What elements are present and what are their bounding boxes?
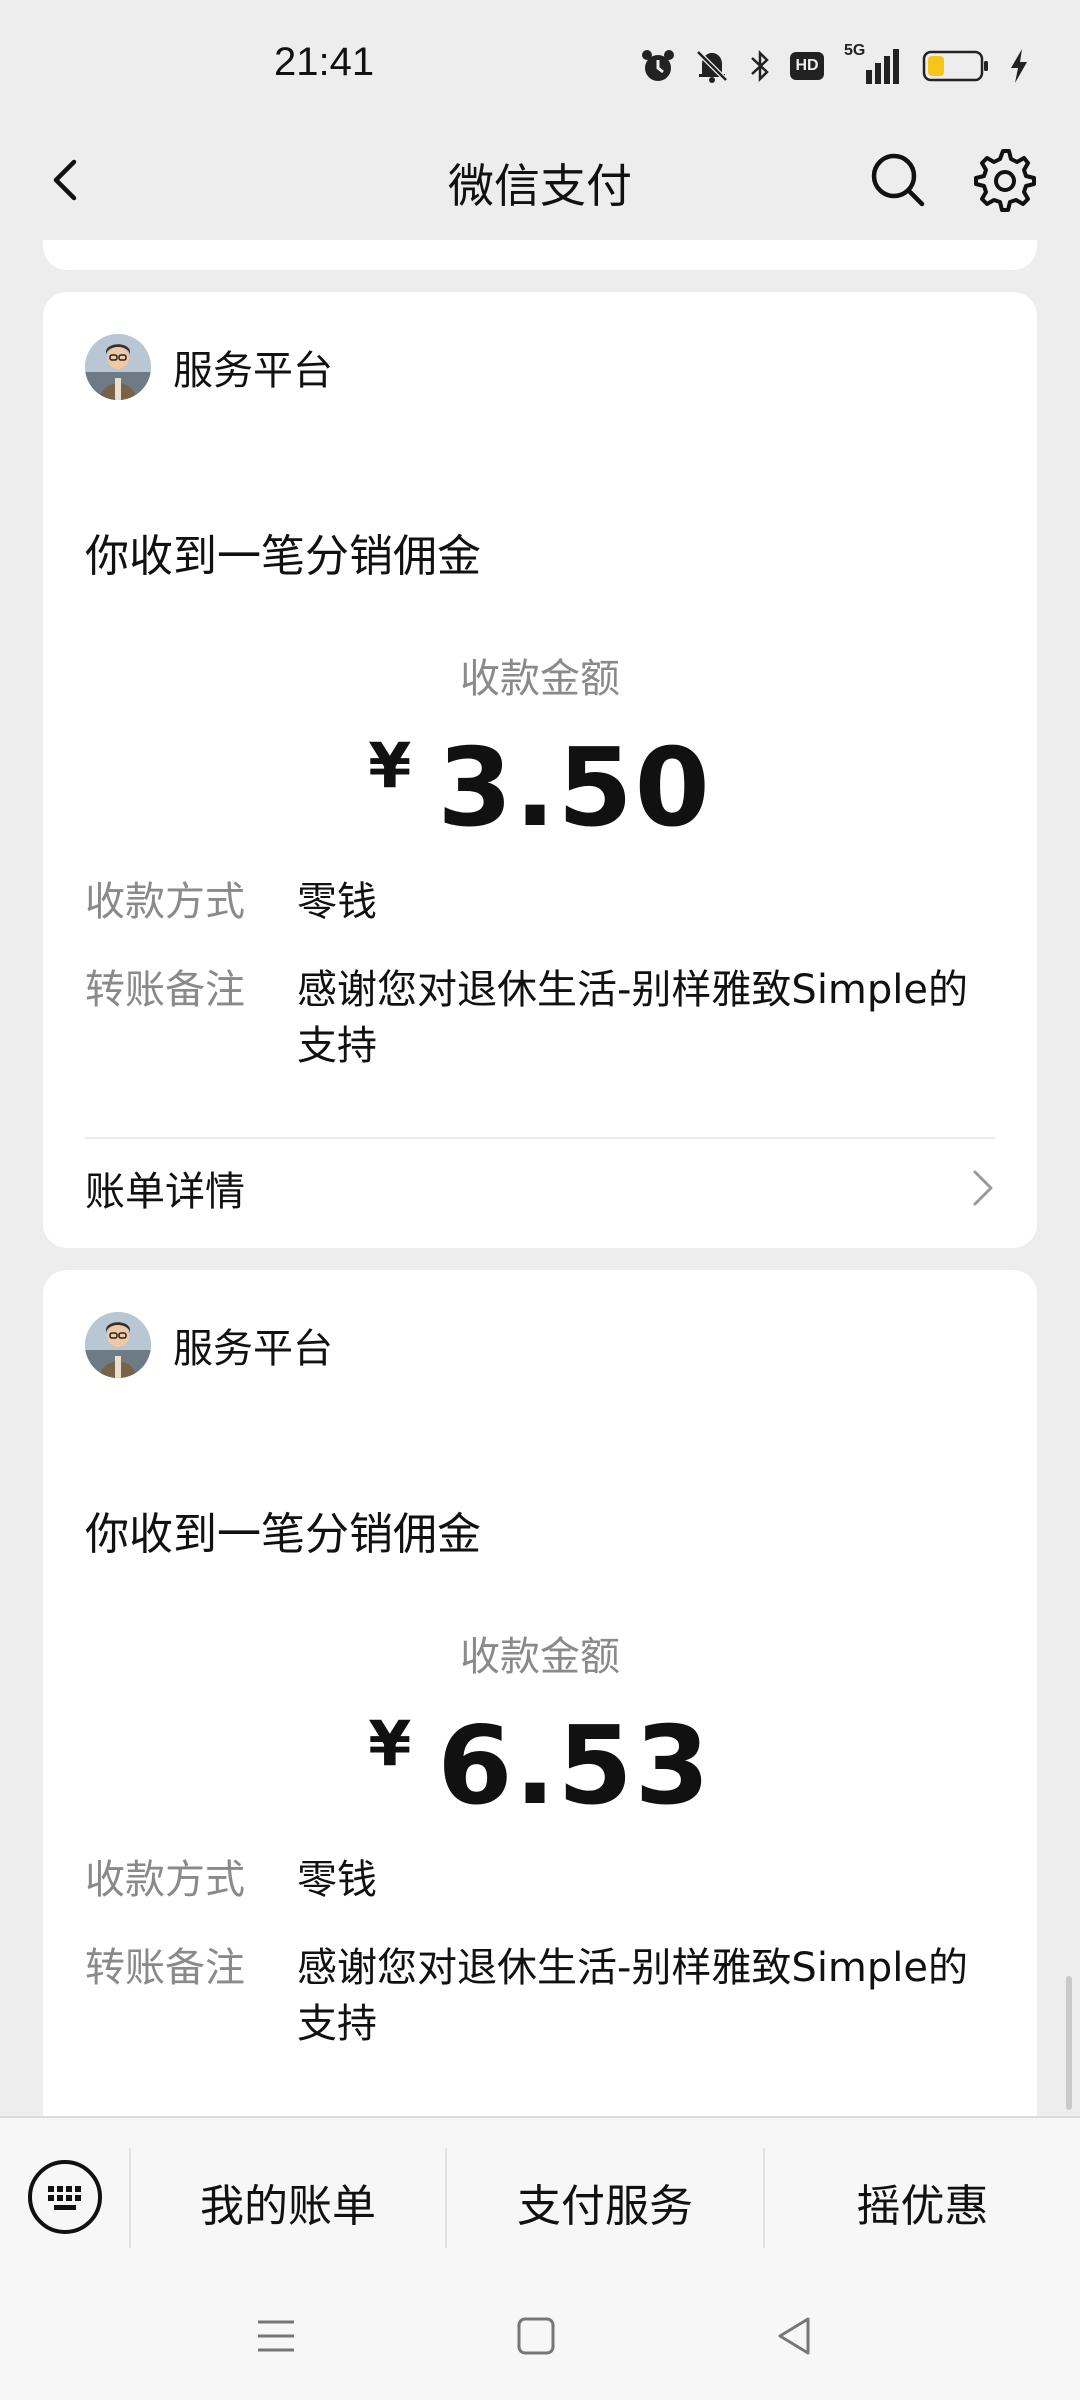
5g-signal-icon: 5G — [842, 42, 904, 86]
payment-card[interactable]: 服务平台 你收到一笔分销佣金 收款金额 ¥6.53 收款方式 零钱 转账备注 感… — [43, 1270, 1037, 2116]
home-icon[interactable] — [516, 2314, 556, 2358]
amount-label: 收款金额 — [460, 1634, 620, 1680]
bill-details-label: 账单详情 — [85, 1169, 245, 1215]
chevron-right-icon — [973, 1170, 993, 1206]
menu-my-bills[interactable]: 我的账单 — [131, 2170, 445, 2234]
alarm-icon — [642, 50, 674, 81]
amount-display: ¥3.50 — [43, 726, 1037, 851]
nav-bar: 微信支付 — [0, 120, 1080, 240]
payment-method-label: 收款方式 — [85, 1857, 245, 1903]
hd-label: HD — [795, 57, 819, 74]
transfer-note-label: 转账备注 — [85, 1945, 245, 1991]
system-nav-bar — [0, 2278, 1080, 2400]
transfer-note-value: 感谢您对退休生活-别样雅致Simple的支持 — [297, 1945, 969, 2047]
menu-icon[interactable] — [256, 2314, 296, 2358]
status-icons: HD 5G — [640, 42, 1030, 88]
transfer-note-label: 转账备注 — [85, 967, 245, 1013]
mute-icon — [696, 50, 728, 83]
message-feed[interactable]: 服务平台 你收到一笔分销佣金 收款金额 ¥3.50 收款方式 零钱 转账备注 感… — [0, 240, 1080, 2116]
bluetooth-icon — [751, 49, 769, 83]
currency-symbol: ¥ — [368, 1707, 412, 1780]
payment-method-row: 收款方式 零钱 — [85, 1852, 995, 1908]
currency-symbol: ¥ — [368, 729, 412, 802]
payment-method-value: 零钱 — [297, 1857, 377, 1903]
keyboard-icon[interactable] — [26, 2158, 104, 2236]
card-header[interactable]: 服务平台 — [85, 334, 333, 400]
amount-label: 收款金额 — [460, 656, 620, 702]
payment-card[interactable]: 服务平台 你收到一笔分销佣金 收款金额 ¥3.50 收款方式 零钱 转账备注 感… — [43, 292, 1037, 1248]
notice-title: 你收到一笔分销佣金 — [85, 1509, 481, 1560]
notice-title: 你收到一笔分销佣金 — [85, 531, 481, 582]
bottom-menu: 我的账单 支付服务 摇优惠 — [0, 2116, 1080, 2278]
search-icon[interactable] — [866, 148, 930, 212]
hd-icon: HD — [790, 52, 824, 80]
previous-card-bottom — [43, 240, 1037, 270]
payment-method-label: 收款方式 — [85, 879, 245, 925]
amount-value: 3.50 — [437, 726, 712, 851]
transfer-note-row: 转账备注 感谢您对退休生活-别样雅致Simple的支持 — [85, 1940, 995, 2052]
menu-shake-deals[interactable]: 摇优惠 — [765, 2170, 1080, 2234]
payment-method-row: 收款方式 零钱 — [85, 874, 995, 930]
card-header[interactable]: 服务平台 — [85, 1312, 333, 1378]
amount-value: 6.53 — [437, 1704, 712, 1829]
back-triangle-icon[interactable] — [774, 2314, 814, 2358]
battery-low-icon — [922, 50, 988, 82]
bill-details-link[interactable]: 账单详情 — [85, 1148, 995, 1228]
transfer-note-value: 感谢您对退休生活-别样雅致Simple的支持 — [297, 967, 969, 1069]
payment-method-value: 零钱 — [297, 879, 377, 925]
transfer-note-row: 转账备注 感谢您对退休生活-别样雅致Simple的支持 — [85, 962, 995, 1074]
menu-payment-services[interactable]: 支付服务 — [447, 2170, 763, 2234]
avatar[interactable] — [85, 1312, 151, 1378]
gear-icon[interactable] — [972, 148, 1038, 214]
status-bar: 21:41 HD 5G — [0, 0, 1080, 120]
scrollbar[interactable] — [1066, 1976, 1072, 2110]
sender-name: 服务平台 — [173, 1326, 333, 1372]
charging-icon — [1011, 49, 1027, 83]
avatar[interactable] — [85, 334, 151, 400]
status-time: 21:41 — [274, 40, 375, 84]
sender-name: 服务平台 — [173, 348, 333, 394]
divider — [85, 1137, 995, 1139]
amount-display: ¥6.53 — [43, 1704, 1037, 1829]
